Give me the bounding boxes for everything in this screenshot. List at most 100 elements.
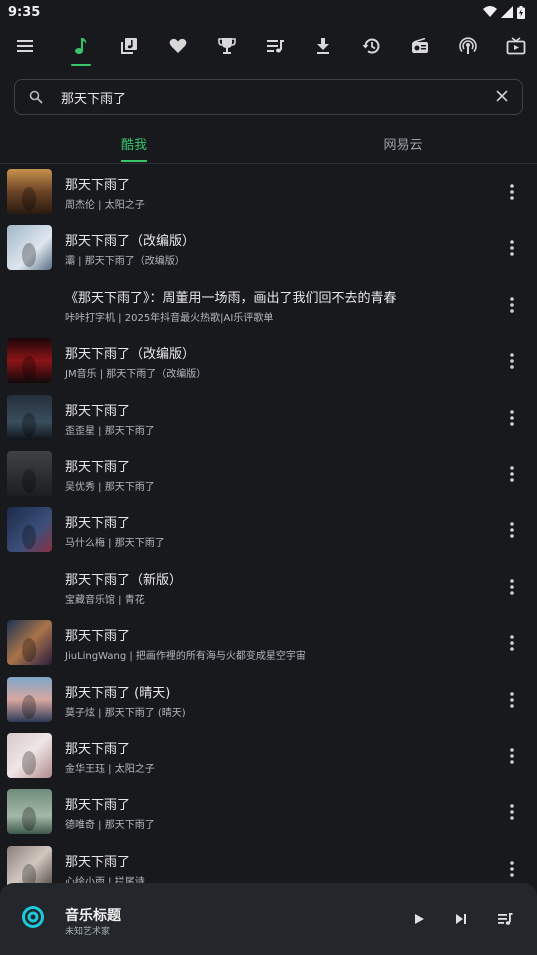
nav-radio-button[interactable] bbox=[402, 28, 438, 64]
song-cover bbox=[7, 620, 52, 666]
more-options-button[interactable] bbox=[500, 180, 524, 204]
song-artist-album: 马什么梅 | 那天下雨了 bbox=[65, 538, 165, 550]
song-artist-album: 吴优秀 | 那天下雨了 bbox=[65, 482, 155, 493]
song-title: 那天下雨了（改编版） bbox=[65, 234, 196, 250]
nav-library-button[interactable] bbox=[111, 28, 147, 64]
more-options-button[interactable] bbox=[500, 236, 524, 260]
song-cover bbox=[7, 451, 52, 496]
top-nav bbox=[0, 28, 537, 68]
battery-icon bbox=[517, 5, 525, 19]
more-options-button[interactable] bbox=[500, 518, 524, 542]
nav-playlist-button[interactable] bbox=[257, 28, 293, 64]
song-row[interactable]: 那天下雨了 JiuLingWang | 把画作裡的所有海与火都变成星空宇宙 bbox=[0, 615, 537, 671]
play-icon bbox=[415, 914, 424, 924]
nav-podcast-button[interactable] bbox=[450, 28, 486, 64]
podcast-icon bbox=[459, 37, 477, 54]
song-row[interactable]: 那天下雨了周杰伦 | 太阳之子 bbox=[0, 165, 537, 220]
song-cover bbox=[7, 394, 52, 440]
more-vert-icon bbox=[510, 860, 514, 877]
song-cover bbox=[7, 845, 52, 885]
wifi-icon bbox=[483, 6, 497, 17]
more-vert-icon bbox=[510, 635, 514, 651]
song-title: 那天下雨了 bbox=[65, 798, 131, 814]
song-row[interactable]: 那天下雨了 心绘小雨 | 拦尾诗 bbox=[0, 841, 537, 885]
song-artist-album: 歪歪星 | 那天下雨了 bbox=[65, 425, 155, 437]
song-artist-album: 德唯奇 | 那天下雨了 bbox=[65, 820, 155, 832]
more-options-button[interactable] bbox=[500, 800, 524, 824]
song-artist-album: 宝藏音乐馆 | 青花 bbox=[65, 594, 145, 606]
mini-player[interactable]: 音乐标题 未知艺术家 bbox=[0, 883, 537, 955]
song-title: 那天下雨了（新版） bbox=[65, 572, 183, 588]
more-options-button[interactable] bbox=[500, 575, 524, 599]
tv-icon bbox=[506, 37, 526, 55]
song-artist-album: 金华王珏 | 太阳之子 bbox=[65, 764, 155, 775]
clear-icon[interactable] bbox=[496, 90, 508, 102]
queue-button[interactable] bbox=[493, 907, 517, 931]
player-title: 音乐标题 bbox=[65, 908, 121, 924]
more-vert-icon bbox=[510, 522, 514, 539]
more-options-button[interactable] bbox=[500, 462, 524, 486]
tab-kuwo[interactable]: 酷我 bbox=[84, 134, 184, 153]
more-options-button[interactable] bbox=[500, 293, 524, 317]
song-row[interactable]: 那天下雨了 歪歪星 | 那天下雨了 bbox=[0, 390, 537, 446]
song-artist-album: 咔咔打字机 | 2025年抖音最火热歌|AI乐评歌单 bbox=[65, 312, 274, 324]
song-title: 那天下雨了（改编版） bbox=[65, 347, 196, 363]
nav-video-button[interactable] bbox=[498, 28, 534, 64]
nav-favorites-button[interactable] bbox=[160, 28, 196, 64]
nav-history-button[interactable] bbox=[353, 28, 389, 64]
library-icon bbox=[121, 38, 137, 54]
song-row[interactable]: 《那天下雨了》：周董用一场雨，画出了我们回不去的青春 咔咔打字机 | 2025年抖… bbox=[0, 277, 537, 333]
heart-icon bbox=[169, 38, 187, 53]
more-vert-icon bbox=[510, 184, 514, 200]
song-artist-album: JiuLingWang | 把画作裡的所有海与火都变成星空宇宙 bbox=[65, 651, 306, 663]
song-row[interactable]: 那天下雨了 金华王珏 | 太阳之子 bbox=[0, 728, 537, 784]
song-title: 那天下雨了 bbox=[65, 854, 131, 870]
more-vert-icon bbox=[510, 296, 514, 313]
song-row[interactable]: 那天下雨了（改编版） 灞 | 那天下雨了（改编版） bbox=[0, 220, 537, 276]
more-options-button[interactable] bbox=[500, 406, 524, 430]
song-row[interactable]: 那天下雨了（改编版） JM音乐 | 那天下雨了（改编版） bbox=[0, 333, 537, 389]
song-row[interactable]: 那天下雨了（新版） 宝藏音乐馆 | 青花 bbox=[0, 559, 537, 615]
song-title: 那天下雨了 bbox=[65, 629, 131, 645]
song-cover bbox=[7, 676, 52, 722]
next-button[interactable] bbox=[449, 907, 473, 931]
player-disc-icon bbox=[22, 906, 44, 928]
song-row[interactable]: 那天下雨了吴优秀 | 那天下雨了 bbox=[0, 446, 537, 502]
trophy-icon bbox=[218, 38, 236, 54]
song-cover bbox=[7, 338, 52, 384]
more-options-button[interactable] bbox=[500, 857, 524, 881]
nav-music-button[interactable] bbox=[63, 28, 99, 64]
more-options-button[interactable] bbox=[500, 349, 524, 373]
song-row[interactable]: 那天下雨了 (晴天) 莫子炫 | 那天下雨了 (晴天) bbox=[0, 672, 537, 728]
menu-button[interactable] bbox=[7, 28, 43, 64]
song-title: 那天下雨了 (晴天) bbox=[65, 685, 171, 701]
nav-rank-button[interactable] bbox=[209, 28, 245, 64]
history-icon bbox=[362, 38, 380, 54]
status-icons bbox=[483, 5, 525, 19]
song-list: 那天下雨了 周杰伦 | 太阳之子 那天下雨了（改编版）灞 | 那天下雨了（改编版）《… bbox=[0, 165, 537, 885]
song-row[interactable]: 那天下雨了德唯奇 | 那天下雨了 bbox=[0, 784, 537, 840]
more-options-button[interactable] bbox=[500, 688, 524, 712]
tab-netease[interactable]: 网易云 bbox=[353, 134, 453, 153]
more-options-button[interactable] bbox=[500, 631, 524, 655]
song-artist-album: 周杰伦 | 太阳之子 bbox=[65, 200, 145, 211]
more-options-button[interactable] bbox=[500, 744, 524, 768]
nav-download-button[interactable] bbox=[305, 28, 341, 64]
tab-indicator bbox=[121, 160, 147, 162]
song-cover bbox=[7, 507, 52, 553]
more-vert-icon bbox=[510, 804, 514, 821]
song-title: 那天下雨了 bbox=[65, 460, 131, 475]
search-input[interactable]: 那天下雨了 bbox=[61, 88, 126, 107]
song-title: 那天下雨了 bbox=[65, 178, 131, 193]
queue-icon bbox=[498, 913, 513, 925]
more-vert-icon bbox=[510, 748, 514, 764]
play-button[interactable] bbox=[407, 907, 431, 931]
more-vert-icon bbox=[510, 240, 514, 257]
more-vert-icon bbox=[510, 578, 514, 595]
song-row[interactable]: 那天下雨了 马什么梅 | 那天下雨了 bbox=[0, 502, 537, 558]
search-box[interactable]: 那天下雨了 bbox=[14, 79, 523, 115]
source-tabs: 酷我 网易云 bbox=[0, 126, 537, 164]
song-cover bbox=[7, 733, 52, 778]
skip-next-icon bbox=[456, 914, 466, 924]
search-icon bbox=[29, 90, 43, 104]
